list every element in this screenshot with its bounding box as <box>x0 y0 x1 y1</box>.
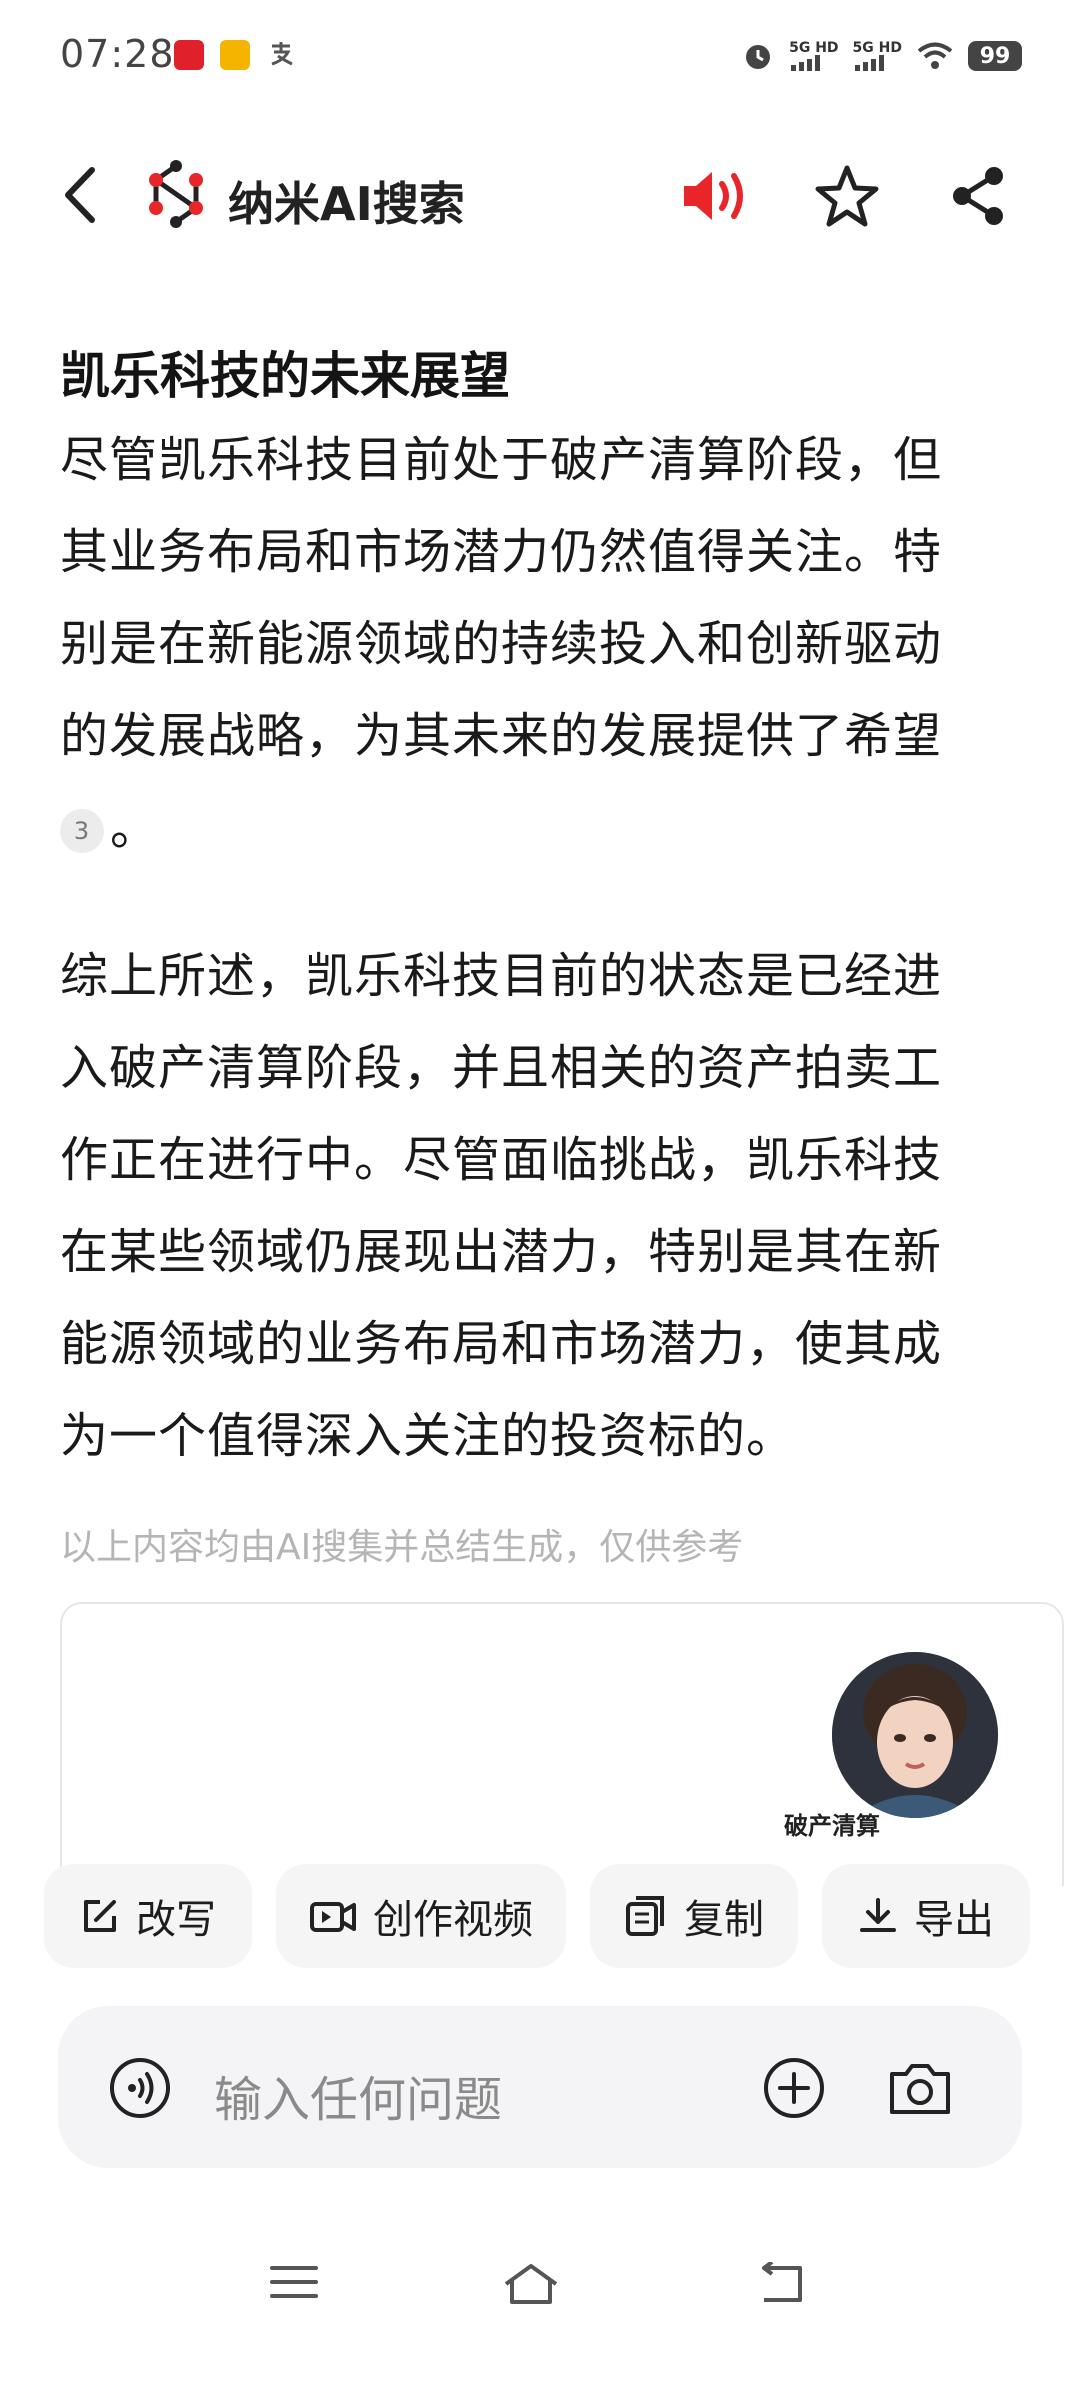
add-button[interactable] <box>762 2056 826 2120</box>
copy-label: 复制 <box>684 1897 764 1943</box>
rewrite-button[interactable]: 改写 <box>44 1864 252 1968</box>
download-icon <box>860 1898 896 1932</box>
menu-icon <box>270 2266 318 2298</box>
export-button[interactable]: 导出 <box>822 1864 1030 1968</box>
speaker-button[interactable] <box>682 166 754 226</box>
share-button[interactable] <box>948 164 1008 228</box>
alipay-icon <box>266 38 296 76</box>
section-title: 凯乐科技的未来展望 <box>60 347 510 405</box>
back-button[interactable] <box>56 162 104 228</box>
status-icons: 5G HD 5G HD 99 <box>741 36 1022 76</box>
video-caption: 破产清算 <box>784 1812 880 1840</box>
create-video-label: 创作视频 <box>373 1897 533 1943</box>
app-notification-icon <box>174 40 204 70</box>
speaker-icon <box>684 172 743 220</box>
paragraph-text: 尽管凯乐科技目前处于破产清算阶段，但其业务布局和市场潜力仍然值得关注。特别是在新… <box>60 432 943 764</box>
app-notification-icon <box>220 40 250 70</box>
nav-menu-button[interactable] <box>270 2262 318 2306</box>
chevron-left-icon <box>65 167 95 223</box>
export-label: 导出 <box>914 1897 994 1943</box>
video-icon <box>310 1902 356 1932</box>
copy-button[interactable]: 复制 <box>590 1864 798 1968</box>
alarm-icon <box>746 45 771 69</box>
citation-badge[interactable]: 3 <box>60 809 104 853</box>
avatar[interactable] <box>832 1652 998 1818</box>
plus-circle-icon <box>764 2058 824 2118</box>
signal-indicator-1: 5G HD <box>789 41 839 71</box>
answer-paragraph: 尽管凯乐科技目前处于破产清算阶段，但其业务布局和市场潜力仍然值得关注。特别是在新… <box>60 414 990 874</box>
question-input-bar[interactable] <box>58 2006 1022 2168</box>
voice-input-button[interactable] <box>108 2056 172 2120</box>
app-title: 纳米AI搜索 <box>228 177 465 231</box>
summary-paragraph: 综上所述，凯乐科技目前的状态是已经进入破产清算阶段，并且相关的资产拍卖工作正在进… <box>60 948 943 1464</box>
camera-icon <box>890 2064 950 2114</box>
battery-icon: 99 <box>968 41 1022 71</box>
create-video-button[interactable]: 创作视频 <box>276 1864 566 1968</box>
favorite-button[interactable] <box>814 164 880 228</box>
nav-back-button[interactable] <box>756 2260 806 2308</box>
share-icon <box>953 167 1003 225</box>
wifi-icon <box>917 42 953 69</box>
home-icon <box>504 2264 558 2304</box>
return-icon <box>762 2260 802 2302</box>
voice-wave-icon <box>110 2058 170 2118</box>
app-logo-icon <box>144 160 208 232</box>
question-input[interactable]: 输入任何问题 <box>214 2060 502 2130</box>
star-icon <box>815 165 879 227</box>
edit-icon <box>84 1900 116 1932</box>
copy-icon <box>626 1896 664 1936</box>
rewrite-label: 改写 <box>136 1897 216 1943</box>
paragraph-end: 。 <box>110 800 160 856</box>
status-time: 07:28 <box>60 32 175 76</box>
nav-home-button[interactable] <box>502 2262 560 2310</box>
ai-disclaimer: 以上内容均由AI搜集并总结生成，仅供参考 <box>60 1527 744 1568</box>
signal-indicator-2: 5G HD <box>853 41 902 71</box>
camera-button[interactable] <box>886 2056 954 2120</box>
